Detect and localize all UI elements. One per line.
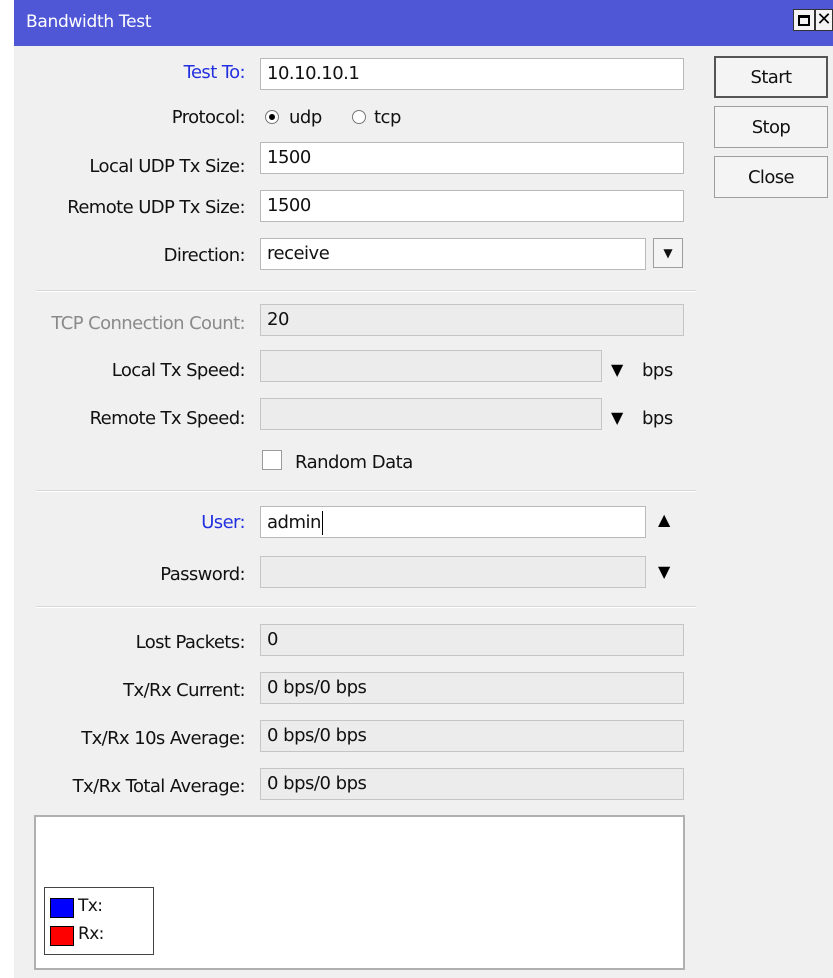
local-tx-speed-input[interactable] (260, 350, 602, 382)
local-tx-speed-unit: bps (642, 360, 673, 381)
local-udp-tx-size-input[interactable]: 1500 (260, 142, 684, 174)
start-button[interactable]: Start (714, 56, 828, 98)
local-tx-speed-label: Local Tx Speed: (111, 360, 246, 381)
close-icon: ✕ (816, 9, 832, 30)
remote-tx-speed-label: Remote Tx Speed: (89, 408, 246, 429)
remote-udp-tx-size-input[interactable]: 1500 (260, 190, 684, 222)
test-to-label[interactable]: Test To: (184, 62, 246, 83)
separator (36, 290, 696, 292)
lost-packets-label: Lost Packets: (135, 632, 246, 653)
tcp-connection-count-input[interactable]: 20 (260, 304, 684, 336)
user-value: admin (267, 512, 321, 533)
tx-color-swatch (50, 898, 74, 918)
protocol-tcp-radio[interactable] (352, 110, 366, 124)
protocol-udp-radio[interactable] (265, 110, 279, 124)
graph-legend: Tx: Rx: (44, 887, 154, 955)
stop-button[interactable]: Stop (714, 106, 828, 148)
close-button[interactable]: Close (714, 156, 828, 198)
close-window-button[interactable]: ✕ (815, 9, 833, 31)
title-bar[interactable]: Bandwidth Test ✕ (14, 0, 833, 46)
user-input[interactable]: admin (260, 506, 646, 538)
direction-select[interactable]: receive (260, 238, 646, 270)
protocol-udp-label[interactable]: udp (289, 107, 322, 128)
triangle-down-icon[interactable]: ▼ (658, 564, 670, 580)
direction-label: Direction: (163, 245, 246, 266)
remote-tx-speed-input[interactable] (260, 398, 602, 430)
rx-legend-label: Rx: (78, 924, 104, 944)
user-label[interactable]: User: (201, 512, 245, 533)
remote-tx-speed-dropdown-icon[interactable]: ▼ (611, 410, 623, 426)
rx-color-swatch (50, 926, 74, 946)
lost-packets-value: 0 (260, 624, 684, 656)
tx-rx-10s-average-value: 0 bps/0 bps (260, 720, 684, 752)
local-tx-speed-dropdown-icon[interactable]: ▼ (611, 362, 623, 378)
tx-rx-total-average-label: Tx/Rx Total Average: (72, 776, 246, 797)
maximize-button[interactable] (793, 9, 815, 31)
random-data-checkbox[interactable] (262, 450, 282, 470)
remote-udp-tx-size-label: Remote UDP Tx Size: (67, 197, 245, 218)
password-label: Password: (160, 564, 245, 585)
triangle-up-icon[interactable]: ▲ (658, 512, 670, 528)
separator (36, 606, 696, 608)
dropdown-arrow-icon: ▼ (663, 246, 673, 260)
tx-rx-current-label: Tx/Rx Current: (123, 680, 245, 701)
tx-rx-total-average-value: 0 bps/0 bps (260, 768, 684, 800)
bandwidth-test-window: Bandwidth Test ✕ Start Stop Close Test T… (14, 0, 833, 978)
test-to-input[interactable]: 10.10.10.1 (260, 58, 684, 90)
tx-rx-current-value: 0 bps/0 bps (260, 672, 684, 704)
protocol-tcp-label[interactable]: tcp (374, 107, 401, 128)
maximize-icon (798, 14, 810, 26)
random-data-label[interactable]: Random Data (295, 452, 413, 473)
radio-selected-dot (269, 114, 275, 120)
tx-rx-10s-average-label: Tx/Rx 10s Average: (81, 728, 245, 749)
separator (36, 490, 696, 492)
local-udp-tx-size-label: Local UDP Tx Size: (89, 156, 245, 177)
tx-legend-label: Tx: (78, 896, 103, 916)
tcp-connection-count-label: TCP Connection Count: (51, 313, 245, 334)
window-title: Bandwidth Test (26, 12, 152, 32)
direction-dropdown-button[interactable]: ▼ (653, 238, 683, 268)
protocol-label: Protocol: (171, 107, 246, 128)
traffic-graph: Tx: Rx: (34, 815, 685, 970)
remote-tx-speed-unit: bps (642, 408, 673, 429)
text-caret (321, 511, 323, 535)
password-input[interactable] (260, 556, 646, 588)
